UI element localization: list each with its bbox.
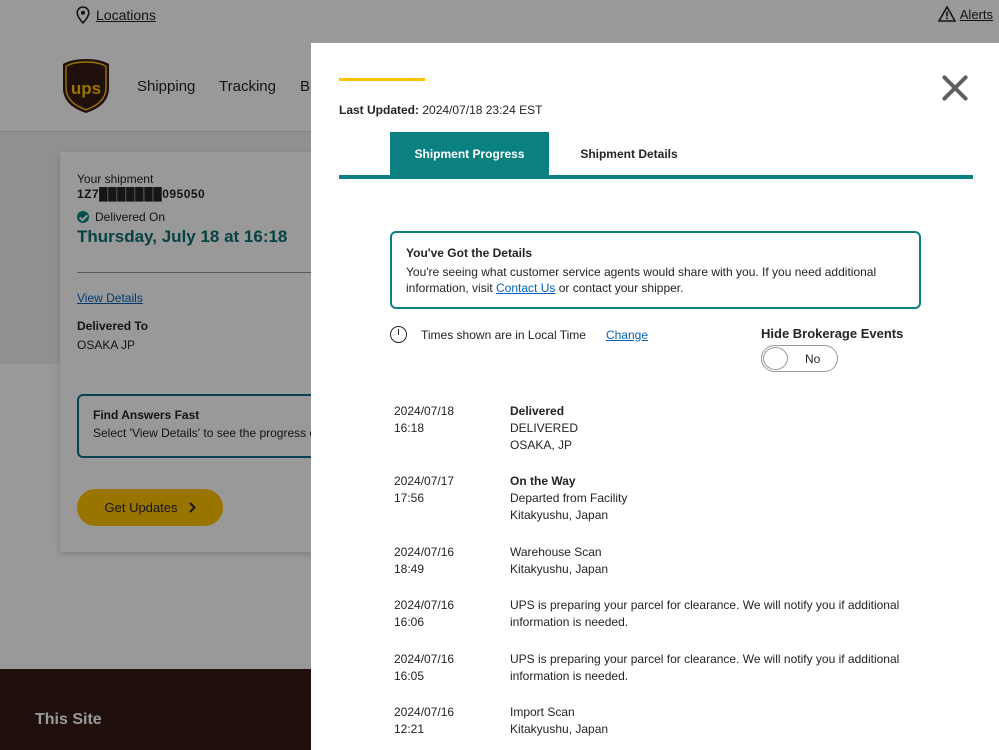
event-body: Delivered DELIVERED OSAKA, JP (510, 403, 914, 454)
clock-icon (390, 326, 407, 343)
event-datetime: 2024/07/16 16:06 (394, 597, 484, 631)
last-updated-label: Last Updated: (339, 103, 420, 117)
event-datetime: 2024/07/18 16:18 (394, 403, 484, 437)
contact-us-link[interactable]: Contact Us (496, 281, 555, 295)
event-date: 2024/07/17 (394, 474, 455, 488)
event-status: UPS is preparing your parcel for clearan… (510, 598, 900, 629)
event-date: 2024/07/16 (394, 705, 455, 719)
event-time: 17:56 (394, 491, 425, 505)
event-body: On the Way Departed from Facility Kitakyus… (510, 473, 914, 524)
event-datetime: 2024/07/17 17:56 (394, 473, 484, 507)
event-body: Import Scan Kitakyushu, Japan (510, 704, 914, 738)
event-detail-line: DELIVERED (510, 421, 579, 435)
event-row: 2024/07/17 17:56 On the Way Departed from F… (394, 473, 914, 524)
local-time-row: Times shown are in Local Time Change (390, 326, 648, 343)
info-text: You're seeing what customer service agen… (406, 264, 905, 296)
event-time: 16:05 (394, 669, 425, 683)
event-datetime: 2024/07/16 12:21 (394, 704, 484, 738)
event-body: UPS is preparing your parcel for clearan… (510, 651, 914, 685)
event-detail-line: Kitakyushu, Japan (510, 722, 609, 736)
details-info-box: You've Got the Details You're seeing wha… (390, 231, 921, 309)
toggle-value: No (805, 352, 821, 366)
event-row: 2024/07/16 16:06 UPS is preparing your par… (394, 597, 914, 631)
hide-brokerage-toggle[interactable]: No (761, 345, 838, 372)
event-time: 16:06 (394, 615, 425, 629)
event-status: Import Scan (510, 705, 575, 719)
event-date: 2024/07/16 (394, 545, 455, 559)
event-time: 18:49 (394, 562, 425, 576)
toggle-knob (763, 347, 788, 370)
event-status: Warehouse Scan (510, 545, 602, 559)
event-status: On the Way (510, 474, 576, 488)
event-detail-line: Departed from Facility (510, 491, 628, 505)
tab-shipment-progress[interactable]: Shipment Progress (390, 132, 549, 175)
info-text-after: or contact your shipper. (555, 281, 684, 295)
event-status: UPS is preparing your parcel for clearan… (510, 652, 900, 683)
shipment-progress-modal: Last Updated: 2024/07/18 23:24 EST Shipm… (311, 43, 999, 750)
event-row: 2024/07/16 12:21 Import Scan Kitakyushu, Ja… (394, 704, 914, 738)
last-updated-value: 2024/07/18 23:24 EST (422, 103, 543, 117)
event-body: Warehouse Scan Kitakyushu, Japan (510, 544, 914, 578)
event-date: 2024/07/18 (394, 404, 455, 418)
change-timezone-link[interactable]: Change (606, 328, 648, 342)
event-detail-line: Kitakyushu, Japan (510, 508, 609, 522)
event-time: 16:18 (394, 421, 425, 435)
event-status: Delivered (510, 404, 565, 418)
event-body: UPS is preparing your parcel for clearan… (510, 597, 914, 631)
last-updated: Last Updated: 2024/07/18 23:24 EST (339, 103, 542, 117)
close-icon[interactable] (938, 71, 972, 105)
event-row: 2024/07/16 18:49 Warehouse Scan Kitakyushu,… (394, 544, 914, 578)
info-title: You've Got the Details (406, 246, 532, 260)
event-row: 2024/07/16 16:05 UPS is preparing your par… (394, 651, 914, 685)
event-date: 2024/07/16 (394, 652, 455, 666)
tab-shipment-details[interactable]: Shipment Details (569, 132, 689, 175)
hide-brokerage-label: Hide Brokerage Events (761, 326, 904, 341)
event-time: 12:21 (394, 722, 425, 736)
event-datetime: 2024/07/16 16:05 (394, 651, 484, 685)
event-detail-line: Kitakyushu, Japan (510, 562, 609, 576)
accent-bar (339, 78, 425, 81)
times-note: Times shown are in Local Time (421, 327, 586, 342)
tab-bar: Shipment Progress Shipment Details (339, 132, 973, 179)
event-datetime: 2024/07/16 18:49 (394, 544, 484, 578)
event-detail-line: OSAKA, JP (510, 438, 573, 452)
event-date: 2024/07/16 (394, 598, 455, 612)
event-row: 2024/07/18 16:18 Delivered DELIVERED OSAKA, … (394, 403, 914, 454)
